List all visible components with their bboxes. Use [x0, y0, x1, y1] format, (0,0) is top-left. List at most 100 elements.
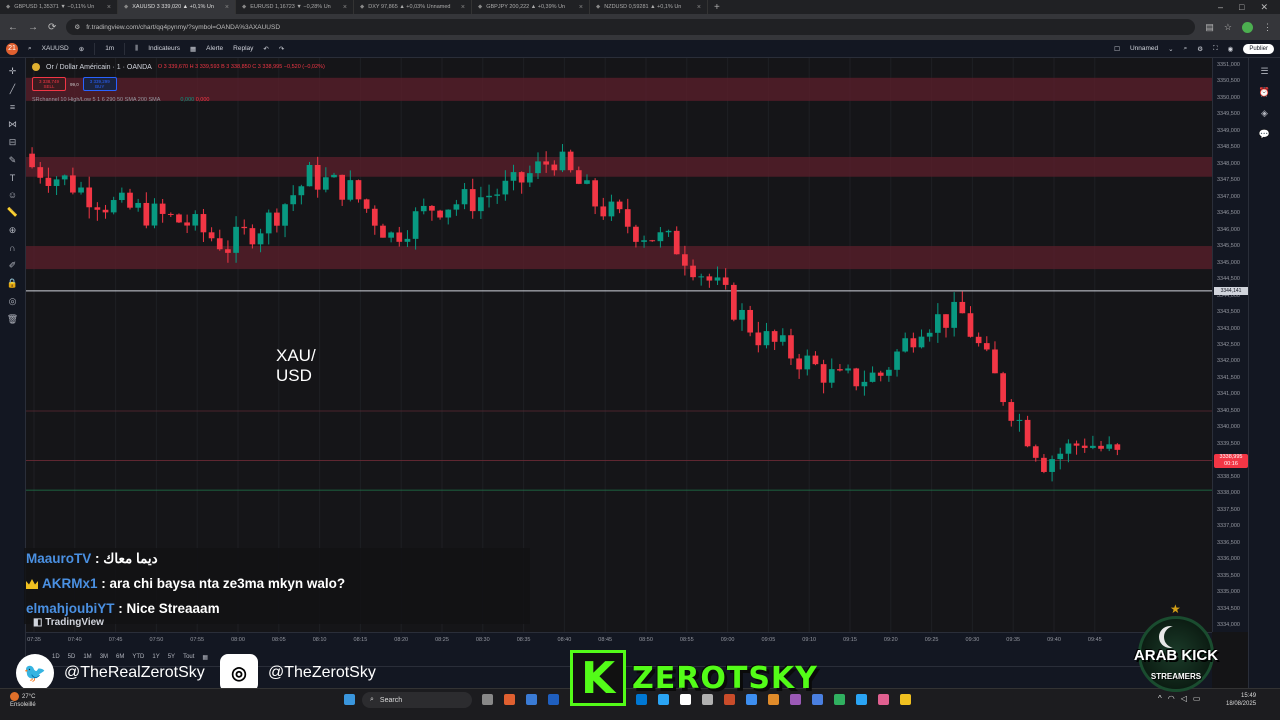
new-tab-icon[interactable]: + [708, 2, 726, 13]
browser-tab[interactable]: ◆ GBPUSD 1,35371 ▼ −0,11% Un × [0, 0, 118, 14]
browser-tab[interactable]: ◆ GBPJPY 200,222 ▲ +0,39% Un × [472, 0, 590, 14]
close-window-icon[interactable]: ✕ [1260, 2, 1268, 13]
weather-widget[interactable]: 27°C Ensoleillé [10, 692, 36, 709]
taskbar-app-icon[interactable] [548, 694, 559, 705]
user-avatar[interactable]: 21 [6, 42, 18, 55]
price-axis[interactable]: 3351,000 3350,500 3350,000 3349,500 3349,000… [1212, 58, 1248, 632]
volume-icon[interactable]: ◁ [1181, 694, 1187, 703]
layers-icon[interactable]: ◈ [1261, 108, 1268, 119]
candlestick-chart[interactable] [26, 58, 1212, 632]
projection-icon[interactable]: ⊟ [9, 137, 17, 148]
url-field[interactable]: ⚙ fr.tradingview.com/chart/qq4pynmy/?symb… [66, 19, 1196, 35]
candle-body [592, 180, 598, 207]
chat-icon[interactable]: 💬 [1259, 129, 1270, 140]
alert-button[interactable]: Alerte [206, 45, 223, 52]
tray-chevron-icon[interactable]: ^ [1158, 694, 1162, 703]
fullscreen-icon[interactable]: ⛶ [1213, 45, 1218, 53]
emoji-icon[interactable]: ☺ [8, 190, 17, 200]
taskbar-app-icon[interactable] [526, 694, 537, 705]
candle-body [445, 209, 452, 218]
system-clock[interactable]: 15:49 18/08/2025 [1226, 692, 1256, 708]
buy-button[interactable]: 3 339,299 BUY [82, 77, 117, 91]
trendline-icon[interactable]: ╱ [10, 84, 15, 95]
tab-close-icon[interactable]: × [343, 4, 347, 11]
publish-button[interactable]: Publier [1243, 43, 1274, 54]
interval-button[interactable]: 1m [105, 45, 114, 52]
candle-body [396, 232, 403, 242]
taskbar-app-icon[interactable] [834, 694, 845, 705]
crosshair-icon[interactable]: ✛ [9, 66, 17, 77]
candle-body [110, 200, 117, 213]
taskbar-app-icon[interactable] [900, 694, 911, 705]
browser-tab[interactable]: ◆ NZDUSD 0,59281 ▲ +0,1% Un × [590, 0, 708, 14]
sell-button[interactable]: 3 338,749 SELL [32, 77, 66, 91]
battery-icon[interactable]: ▭ [1193, 694, 1201, 703]
redo-icon[interactable]: ↷ [279, 45, 284, 53]
windows-start-icon[interactable] [344, 694, 355, 705]
tab-close-icon[interactable]: × [697, 4, 701, 11]
symbol-label[interactable]: XAUUSD [42, 45, 69, 52]
price-chart[interactable] [26, 58, 1212, 632]
forward-icon[interactable]: → [28, 22, 38, 33]
text-tool-icon[interactable]: T [10, 173, 16, 183]
fib-icon[interactable]: ≡ [10, 102, 15, 112]
minimize-icon[interactable]: – [1218, 2, 1223, 13]
watchlist-icon[interactable]: ☰ [1260, 66, 1268, 77]
legend-title[interactable]: Or / Dollar Américain · 1 · OANDA [46, 64, 152, 71]
tab-close-icon[interactable]: × [225, 4, 229, 11]
chevron-down-icon[interactable]: ⌄ [1168, 45, 1173, 53]
profile-avatar[interactable] [1242, 21, 1253, 33]
tab-close-icon[interactable]: × [461, 4, 465, 11]
taskbar-app-icon[interactable] [878, 694, 889, 705]
settings-gear-icon[interactable]: ⚙ [1197, 45, 1203, 53]
tab-close-icon[interactable]: × [579, 4, 583, 11]
compare-icon[interactable]: ⊕ [79, 45, 84, 53]
trash-icon[interactable]: 🗑 [7, 314, 18, 325]
zoom-icon[interactable]: ⊕ [9, 225, 17, 236]
replay-button[interactable]: Replay [233, 45, 253, 52]
indicator-value-2: 0,000 [195, 97, 210, 103]
symbol-search-icon[interactable]: ⌕ [28, 45, 32, 53]
time-axis[interactable]: 07:35 07:40 07:45 07:50 07:55 08:00 08:05 08:10… [26, 632, 1212, 648]
eye-icon[interactable]: ◎ [9, 296, 17, 307]
browser-tab[interactable]: ◆ DXY 97,865 ▲ +0,03% Unnamed × [354, 0, 472, 14]
candle-body [70, 175, 76, 193]
wifi-icon[interactable]: ◠ [1168, 694, 1175, 703]
ruler-icon[interactable]: 📏 [7, 207, 18, 218]
layout-name[interactable]: Unnamed [1130, 45, 1158, 52]
reload-icon[interactable]: ⟳ [48, 22, 56, 33]
candle-body [779, 335, 786, 342]
taskbar-app-icon[interactable] [856, 694, 867, 705]
browser-tab[interactable]: ◆ XAUUSD 3 339,020 ▲ +0,1% Un × [118, 0, 236, 14]
templates-icon[interactable]: ▦ [190, 45, 196, 53]
pattern-icon[interactable]: ⋈ [8, 119, 17, 130]
undo-icon[interactable]: ↶ [263, 45, 268, 53]
layout-checkbox[interactable]: ☐ [1114, 45, 1120, 53]
time-tick-label: 09:05 [761, 637, 776, 643]
maximize-icon[interactable]: □ [1239, 2, 1244, 13]
back-icon[interactable]: ← [8, 22, 18, 33]
candles-icon[interactable]: ⫼ [135, 45, 138, 53]
address-bar-row: ← → ⟳ ⚙ fr.tradingview.com/chart/qq4pynmy… [0, 14, 1280, 40]
browser-tab[interactable]: ◆ EURUSD 1,16723 ▼ −0,28% Un × [236, 0, 354, 14]
quick-search-icon[interactable]: ⌕ [1184, 45, 1188, 53]
candle-body [682, 254, 688, 266]
brush-icon[interactable]: ✎ [9, 155, 17, 166]
pencil-lock-icon[interactable]: ✐ [9, 260, 17, 271]
taskbar-search[interactable]: ⌕ Search [362, 692, 472, 708]
taskbar-app-icon[interactable] [504, 694, 515, 705]
menu-icon[interactable]: ⋮ [1263, 22, 1272, 33]
camera-icon[interactable]: ◉ [1228, 45, 1234, 53]
indicator-legend[interactable]: SRchannel 10 High/Low 5 1 6 290 50 SMA 2… [32, 97, 209, 103]
alerts-clock-icon[interactable]: ⏰ [1259, 87, 1270, 98]
tab-close-icon[interactable]: × [107, 4, 111, 11]
site-info-icon[interactable]: ⚙ [74, 23, 80, 31]
taskbar-app-icon[interactable] [482, 694, 493, 705]
magnet-icon[interactable]: ∩ [9, 243, 15, 253]
indicators-button[interactable]: Indicateurs [148, 45, 180, 52]
bookmark-star-icon[interactable]: ☆ [1224, 22, 1232, 33]
translate-icon[interactable]: ▤ [1205, 22, 1214, 33]
crown-badge-icon [26, 579, 38, 589]
lock-icon[interactable]: 🔒 [7, 278, 18, 289]
url-text: fr.tradingview.com/chart/qq4pynmy/?symbo… [86, 23, 281, 31]
